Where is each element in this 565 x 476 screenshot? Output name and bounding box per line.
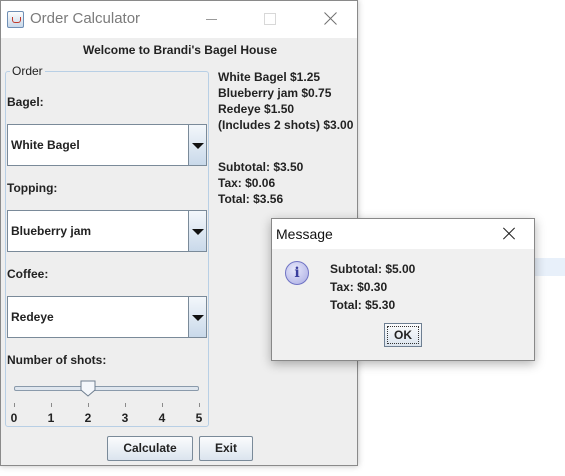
- coffee-combobox[interactable]: Redeye: [7, 296, 207, 338]
- totals-line: Tax: $0.06: [218, 176, 276, 190]
- close-button[interactable]: [316, 5, 356, 33]
- welcome-label: Welcome to Brandi's Bagel House: [82, 43, 277, 57]
- slider-tick-label: 0: [10, 411, 18, 425]
- order-panel-title: Order: [10, 64, 45, 78]
- dialog-title: Message: [276, 226, 333, 242]
- slider-tick: [14, 403, 15, 407]
- coffee-selected-value: Redeye: [11, 310, 54, 324]
- price-line: Blueberry jam $0.75: [218, 86, 332, 100]
- shots-slider-track[interactable]: [14, 386, 199, 391]
- slider-tick-label: 3: [121, 411, 129, 425]
- slider-tick: [199, 403, 200, 407]
- price-line: (Includes 2 shots) $3.00: [218, 118, 354, 132]
- topping-combobox[interactable]: Blueberry jam: [7, 210, 207, 252]
- bagel-label: Bagel:: [7, 95, 44, 109]
- minimize-button[interactable]: [193, 5, 233, 33]
- slider-tick: [51, 403, 52, 407]
- chevron-down-icon[interactable]: [188, 211, 206, 251]
- dialog-message-line: Subtotal: $5.00: [330, 262, 416, 276]
- dialog-message-line: Tax: $0.30: [330, 280, 388, 294]
- slider-tick-label: 1: [47, 411, 55, 425]
- price-line: Redeye $1.50: [218, 102, 295, 116]
- java-app-icon: [7, 11, 24, 28]
- coffee-label: Coffee:: [7, 267, 49, 281]
- bagel-combobox[interactable]: White Bagel: [7, 124, 207, 166]
- window-title: Order Calculator: [30, 10, 141, 27]
- dialog-title-bar[interactable]: Message: [272, 219, 534, 249]
- title-bar[interactable]: Order Calculator: [1, 1, 357, 38]
- background-highlight: [535, 258, 565, 276]
- bagel-selected-value: White Bagel: [11, 138, 80, 152]
- slider-tick-label: 2: [84, 411, 92, 425]
- chevron-down-icon[interactable]: [188, 297, 206, 337]
- slider-tick: [125, 403, 126, 407]
- ok-button[interactable]: OK: [384, 323, 422, 347]
- maximize-button[interactable]: [250, 5, 290, 33]
- slider-tick: [88, 403, 89, 407]
- totals-line: Subtotal: $3.50: [218, 160, 304, 174]
- message-dialog: Message i Subtotal: $5.00 Tax: $0.30 Total…: [271, 218, 535, 361]
- info-icon: i: [285, 261, 309, 285]
- shots-slider-thumb[interactable]: [80, 380, 96, 397]
- slider-tick-label: 5: [195, 411, 203, 425]
- slider-tick: [162, 403, 163, 407]
- calculate-button[interactable]: Calculate: [107, 436, 193, 461]
- slider-tick-label: 4: [158, 411, 166, 425]
- chevron-down-icon[interactable]: [188, 125, 206, 165]
- totals-line: Total: $3.56: [218, 192, 284, 206]
- shots-label: Number of shots:: [7, 353, 107, 367]
- topping-label: Topping:: [7, 181, 58, 195]
- topping-selected-value: Blueberry jam: [11, 224, 92, 238]
- exit-button[interactable]: Exit: [199, 436, 253, 461]
- dialog-message-line: Total: $5.30: [330, 298, 396, 312]
- close-icon[interactable]: [494, 222, 524, 246]
- price-line: White Bagel $1.25: [218, 70, 321, 84]
